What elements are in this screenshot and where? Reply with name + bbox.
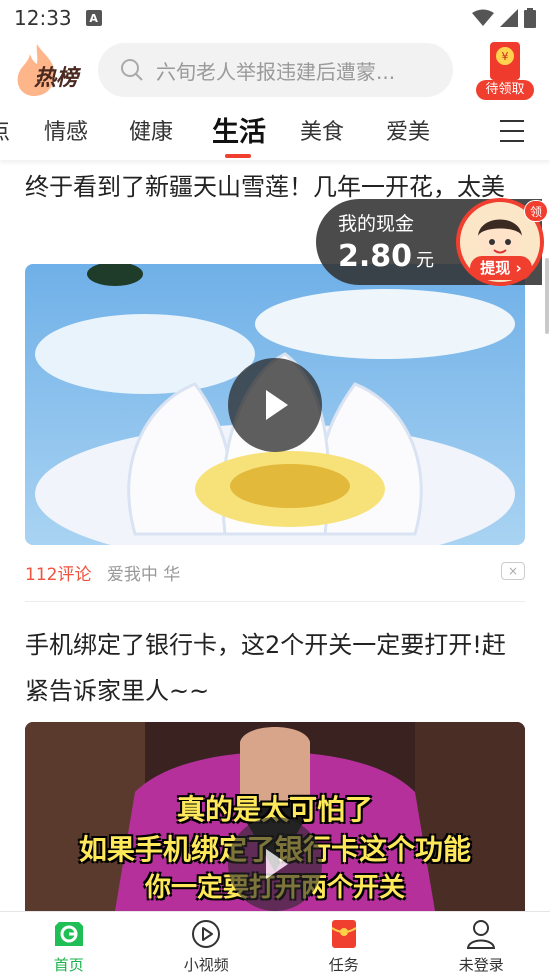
video-thumbnail[interactable] [25, 264, 525, 545]
active-tab-indicator [225, 154, 251, 158]
divider [25, 601, 525, 602]
category-tabs: 点 情感 健康 生活 美食 爱美 [0, 106, 550, 160]
red-envelope-icon: ¥ [490, 42, 520, 80]
nav-short-video[interactable]: 小视频 [138, 912, 276, 979]
cash-value: 2.80 [338, 239, 413, 274]
tab-emotion[interactable]: 情感 [44, 114, 88, 146]
tab-partial-left[interactable]: 点 [0, 114, 10, 146]
nav-profile[interactable]: 未登录 [413, 912, 550, 979]
search-icon [121, 59, 143, 81]
logo-text: 热榜 [34, 66, 79, 91]
menu-icon[interactable] [500, 120, 524, 142]
withdraw-button[interactable]: 提现 › [470, 256, 532, 280]
signal-icon [500, 9, 518, 27]
cash-label: 我的现金 [338, 213, 415, 235]
scrollbar[interactable] [545, 258, 549, 334]
search-placeholder: 六旬老人举报违建后遭蒙... [156, 59, 396, 84]
header: 热榜 六旬老人举报违建后遭蒙... ¥ 待领取 [0, 38, 550, 100]
svg-text:¥: ¥ [502, 50, 509, 63]
bottom-nav: 首页 小视频 任务 未登录 [0, 911, 550, 979]
cash-amount: 2.80 元 [338, 239, 434, 274]
nav-tasks[interactable]: 任务 [275, 912, 413, 979]
play-circle-icon [192, 920, 221, 948]
play-button[interactable] [228, 817, 322, 911]
status-time: 12:33 [14, 6, 72, 30]
status-bar: 12:33 A [0, 0, 550, 36]
dismiss-button[interactable]: × [501, 562, 525, 580]
status-icons [472, 8, 536, 28]
author-name[interactable]: 爱我中 华 [107, 565, 180, 585]
play-button[interactable] [228, 358, 322, 452]
search-bar[interactable]: 六旬老人举报违建后遭蒙... [98, 43, 453, 97]
article-title[interactable]: 手机绑定了银行卡，这2个开关一定要打开!赶紧告诉家里人~~ [25, 622, 525, 714]
redpack-label: 待领取 [476, 80, 534, 100]
redpack-button[interactable]: ¥ 待领取 [476, 40, 534, 100]
article-meta: 112评论 爱我中 华 × [25, 560, 525, 585]
home-icon [54, 922, 83, 946]
withdraw-label: 提现 [480, 259, 511, 277]
play-icon [266, 849, 288, 879]
claim-badge[interactable]: 领 [524, 200, 548, 222]
wifi-icon [472, 9, 494, 26]
tab-health[interactable]: 健康 [129, 114, 173, 146]
notification-icon: A [85, 10, 102, 26]
user-icon [467, 920, 496, 949]
app-logo[interactable]: 热榜 [14, 42, 86, 98]
nav-label: 未登录 [458, 956, 504, 974]
tab-life[interactable]: 生活 [212, 110, 266, 149]
battery-icon [524, 8, 536, 28]
nav-label: 小视频 [183, 956, 229, 974]
red-envelope-icon [331, 920, 357, 948]
play-icon [266, 390, 288, 420]
nav-home[interactable]: 首页 [0, 912, 138, 979]
nav-label: 首页 [53, 956, 84, 974]
tab-food[interactable]: 美食 [300, 114, 344, 146]
cash-unit: 元 [416, 250, 435, 271]
video-thumbnail[interactable]: 真的是太可怕了 如果手机绑定了银行卡这个功能 你一定要打开两个开关 [25, 722, 525, 911]
tabs-fade [462, 106, 492, 156]
tab-beauty[interactable]: 爱美 [386, 114, 430, 146]
nav-label: 任务 [328, 956, 359, 974]
comment-count[interactable]: 112评论 [25, 565, 91, 585]
